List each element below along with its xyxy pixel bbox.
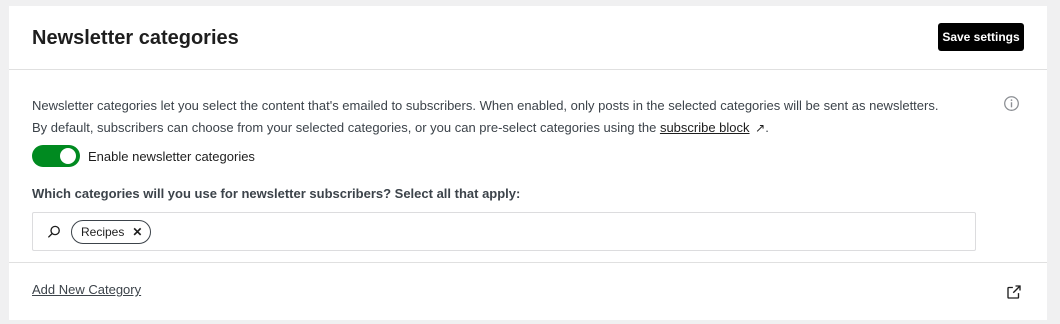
category-token-field[interactable]: Recipes ✕ [32, 212, 976, 251]
remove-category-icon[interactable]: ✕ [132, 226, 142, 238]
search-icon [48, 225, 60, 238]
category-chip-label: Recipes [81, 224, 125, 239]
page-title: Newsletter categories [32, 27, 239, 49]
card-header: Newsletter categories Save settings [9, 6, 1047, 70]
external-link-icon[interactable] [1005, 283, 1023, 301]
categories-question: Which categories will you use for newsle… [32, 186, 521, 201]
enable-categories-toggle[interactable] [32, 145, 80, 167]
toggle-knob [60, 148, 76, 164]
newsletter-categories-card: Newsletter categories Save settings News… [9, 6, 1047, 320]
card-footer: Add New Category [9, 263, 1047, 320]
info-icon[interactable] [1003, 95, 1020, 112]
card-body: Newsletter categories let you select the… [9, 69, 1047, 263]
save-settings-button[interactable]: Save settings [938, 23, 1024, 51]
add-new-category-link[interactable]: Add New Category [32, 282, 141, 297]
subscribe-block-link[interactable]: subscribe block [660, 120, 750, 135]
external-arrow-icon: ↗ [755, 121, 766, 135]
description: Newsletter categories let you select the… [32, 95, 952, 139]
subscribe-block-link-label: subscribe block [659, 120, 750, 135]
category-search-input[interactable] [157, 215, 975, 248]
description-end: . [765, 120, 769, 135]
enable-categories-label: Enable newsletter categories [88, 148, 255, 164]
enable-categories-row: Enable newsletter categories [32, 145, 255, 167]
category-chip-recipes: Recipes ✕ [71, 219, 152, 244]
description-text: Newsletter categories let you select the… [32, 98, 939, 135]
